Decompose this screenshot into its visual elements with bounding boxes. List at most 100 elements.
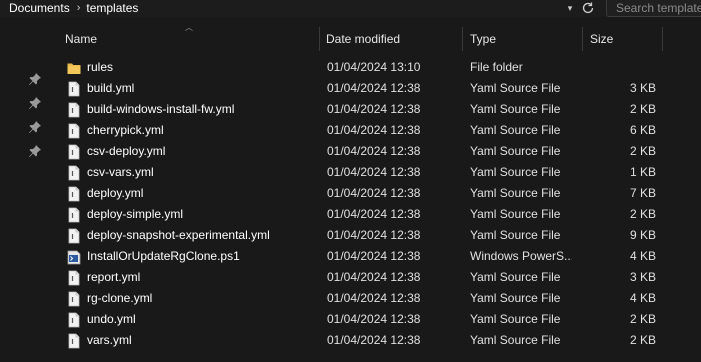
file-row[interactable]: csv-deploy.yml 01/04/2024 12:38 Yaml Sourc… xyxy=(45,141,701,162)
file-icon xyxy=(67,123,81,139)
file-name[interactable]: deploy-snapshot-experimental.yml xyxy=(87,225,270,246)
file-type: Yaml Source File xyxy=(470,144,561,158)
file-row[interactable]: build-windows-install-fw.yml 01/04/2024 1… xyxy=(45,99,701,120)
file-row[interactable]: rg-clone.yml 01/04/2024 12:38 Yaml Source … xyxy=(45,288,701,309)
file-date-modified: 01/04/2024 12:38 xyxy=(327,291,421,305)
file-row[interactable]: report.yml 01/04/2024 12:38 Yaml Source Fi… xyxy=(45,267,701,288)
file-icon xyxy=(67,270,81,286)
file-name[interactable]: deploy.yml xyxy=(87,183,143,204)
column-divider[interactable] xyxy=(662,27,663,51)
file-icon xyxy=(67,81,81,97)
file-date-modified: 01/04/2024 13:10 xyxy=(327,60,421,74)
file-type: Yaml Source File xyxy=(470,291,561,305)
file-type: Yaml Source File xyxy=(470,207,561,221)
file-row[interactable]: undo.yml 01/04/2024 12:38 Yaml Source File… xyxy=(45,309,701,330)
navigation-pane xyxy=(0,17,45,362)
file-type: Yaml Source File xyxy=(470,81,561,95)
pin-icon xyxy=(28,144,42,158)
file-name[interactable]: report.yml xyxy=(87,267,140,288)
file-name[interactable]: csv-vars.yml xyxy=(87,162,154,183)
file-name[interactable]: build.yml xyxy=(87,78,134,99)
file-date-modified: 01/04/2024 12:38 xyxy=(327,123,421,137)
file-date-modified: 01/04/2024 12:38 xyxy=(327,102,421,116)
file-name[interactable]: csv-deploy.yml xyxy=(87,141,165,162)
powershell-script-icon xyxy=(67,249,81,265)
breadcrumb-item-documents[interactable]: Documents xyxy=(9,0,70,16)
file-icon xyxy=(67,102,81,118)
file-icon xyxy=(67,207,81,223)
file-size: 2 KB xyxy=(629,144,656,158)
file-name[interactable]: build-windows-install-fw.yml xyxy=(87,99,234,120)
file-type: Yaml Source File xyxy=(470,102,561,116)
file-icon xyxy=(67,186,81,202)
file-size xyxy=(585,57,656,78)
file-name[interactable]: rules xyxy=(87,57,113,78)
file-size: 7 KB xyxy=(629,186,656,200)
file-name[interactable]: rg-clone.yml xyxy=(87,288,152,309)
file-date-modified: 01/04/2024 12:38 xyxy=(327,207,421,221)
file-icon xyxy=(67,228,81,244)
file-date-modified: 01/04/2024 12:38 xyxy=(327,228,421,242)
sort-ascending-icon: ︿ xyxy=(185,23,193,32)
address-dropdown-chevron-icon[interactable]: ▾ xyxy=(563,0,577,16)
pin-icon xyxy=(28,120,42,134)
file-date-modified: 01/04/2024 12:38 xyxy=(327,144,421,158)
column-header-size[interactable]: Size xyxy=(590,17,613,51)
file-icon xyxy=(67,333,81,349)
file-type: Yaml Source File xyxy=(470,186,561,200)
file-name[interactable]: deploy-simple.yml xyxy=(87,204,183,225)
file-row[interactable]: build.yml 01/04/2024 12:38 Yaml Source Fil… xyxy=(45,78,701,99)
file-size: 9 KB xyxy=(629,228,656,242)
file-type: Yaml Source File xyxy=(470,333,561,347)
breadcrumb-item-templates[interactable]: templates xyxy=(86,0,138,16)
file-date-modified: 01/04/2024 12:38 xyxy=(327,312,421,326)
file-row[interactable]: InstallOrUpdateRgClone.ps1 01/04/2024 12:… xyxy=(45,246,701,267)
file-name[interactable]: undo.yml xyxy=(87,309,136,330)
file-icon xyxy=(67,312,81,328)
folder-icon xyxy=(67,60,81,76)
file-type: Yaml Source File xyxy=(470,270,561,284)
file-size: 2 KB xyxy=(629,207,656,221)
file-size: 2 KB xyxy=(629,333,656,347)
file-row[interactable]: deploy.yml 01/04/2024 12:38 Yaml Source Fi… xyxy=(45,183,701,204)
file-date-modified: 01/04/2024 12:38 xyxy=(327,270,421,284)
column-header-name[interactable]: Name xyxy=(65,17,97,51)
file-date-modified: 01/04/2024 12:38 xyxy=(327,81,421,95)
file-list: rules 01/04/2024 13:10 File folder build.ym… xyxy=(45,57,701,351)
breadcrumb-chevron-icon[interactable]: › xyxy=(77,2,81,14)
file-size: 3 KB xyxy=(629,81,656,95)
file-name[interactable]: vars.yml xyxy=(87,330,132,351)
column-divider[interactable] xyxy=(582,27,583,51)
pin-icon xyxy=(28,96,42,110)
file-date-modified: 01/04/2024 12:38 xyxy=(327,186,421,200)
file-row[interactable]: rules 01/04/2024 13:10 File folder xyxy=(45,57,701,78)
search-input[interactable]: Search templates xyxy=(606,0,701,17)
file-type: Yaml Source File xyxy=(470,123,561,137)
file-name[interactable]: InstallOrUpdateRgClone.ps1 xyxy=(87,246,240,267)
column-header-row: ︿ Name Date modified Type Size xyxy=(45,17,701,51)
file-row[interactable]: csv-vars.yml 01/04/2024 12:38 Yaml Source … xyxy=(45,162,701,183)
file-row[interactable]: deploy-simple.yml 01/04/2024 12:38 Yaml So… xyxy=(45,204,701,225)
refresh-icon[interactable] xyxy=(580,0,596,16)
file-type: Yaml Source File xyxy=(470,165,561,179)
file-icon xyxy=(67,165,81,181)
file-type: Yaml Source File xyxy=(470,312,561,326)
file-date-modified: 01/04/2024 12:38 xyxy=(327,249,421,263)
column-divider[interactable] xyxy=(319,27,320,51)
column-header-type[interactable]: Type xyxy=(470,17,496,51)
breadcrumb: Documents › templates xyxy=(9,0,138,16)
file-row[interactable]: deploy-snapshot-experimental.yml 01/04/20… xyxy=(45,225,701,246)
pin-icon xyxy=(28,72,42,86)
column-divider[interactable] xyxy=(462,27,463,51)
file-size: 2 KB xyxy=(629,312,656,326)
file-size: 6 KB xyxy=(629,123,656,137)
address-bar[interactable]: Documents › templates ▾ Search templates xyxy=(0,0,701,17)
file-type: Yaml Source File xyxy=(470,228,561,242)
file-size: 1 KB xyxy=(629,165,656,179)
file-name[interactable]: cherrypick.yml xyxy=(87,120,164,141)
file-row[interactable]: vars.yml 01/04/2024 12:38 Yaml Source File… xyxy=(45,330,701,351)
file-type: File folder xyxy=(470,60,523,74)
column-header-date[interactable]: Date modified xyxy=(326,17,400,51)
file-row[interactable]: cherrypick.yml 01/04/2024 12:38 Yaml Sourc… xyxy=(45,120,701,141)
file-icon xyxy=(67,291,81,307)
